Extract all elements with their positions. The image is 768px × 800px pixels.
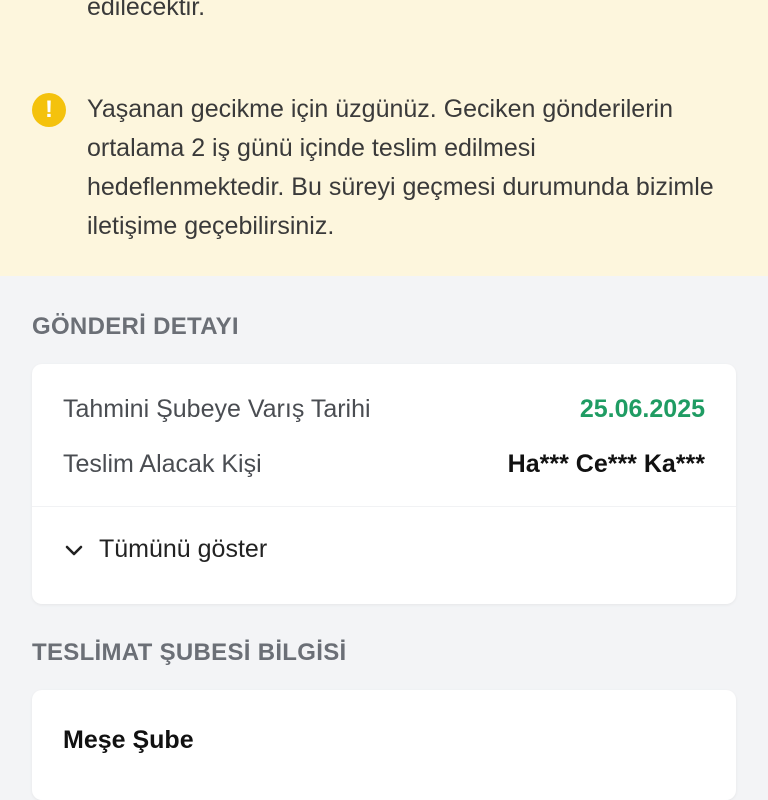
chevron-down-icon (65, 545, 83, 555)
previous-notice-text: edilecektir. (87, 0, 206, 21)
delay-warning: ! Yaşanan gecikme için üzgünüz. Geciken … (32, 90, 722, 246)
show-all-button[interactable]: Tümünü göster (63, 535, 267, 564)
show-all-label: Tümünü göster (99, 535, 268, 563)
shipment-details-card: Tahmini Şubeye Varış Tarihi 25.06.2025 T… (32, 364, 736, 604)
recipient-label: Teslim Alacak Kişi (63, 450, 262, 478)
estimated-arrival-label: Tahmini Şubeye Varış Tarihi (63, 395, 371, 423)
recipient-name: Ha*** Ce*** Ka*** (507, 450, 705, 478)
warning-icon: ! (32, 93, 66, 127)
delay-notice: edilecektir. ! Yaşanan gecikme için üzgü… (0, 0, 768, 276)
estimated-arrival-date: 25.06.2025 (579, 395, 705, 423)
shipment-details-title: GÖNDERİ DETAYI (32, 313, 239, 340)
recipient-row: Teslim Alacak Kişi Ha*** Ce*** Ka*** (63, 450, 705, 479)
delivery-branch-card[interactable]: Meşe Şube (32, 690, 736, 800)
card-divider (32, 506, 736, 507)
delay-warning-text: Yaşanan gecikme için üzgünüz. Geciken gö… (87, 95, 714, 240)
delivery-branch-title: TESLİMAT ŞUBESİ BİLGİSİ (32, 639, 347, 666)
branch-name: Meşe Şube (63, 726, 194, 754)
estimated-arrival-row: Tahmini Şubeye Varış Tarihi 25.06.2025 (63, 395, 705, 424)
